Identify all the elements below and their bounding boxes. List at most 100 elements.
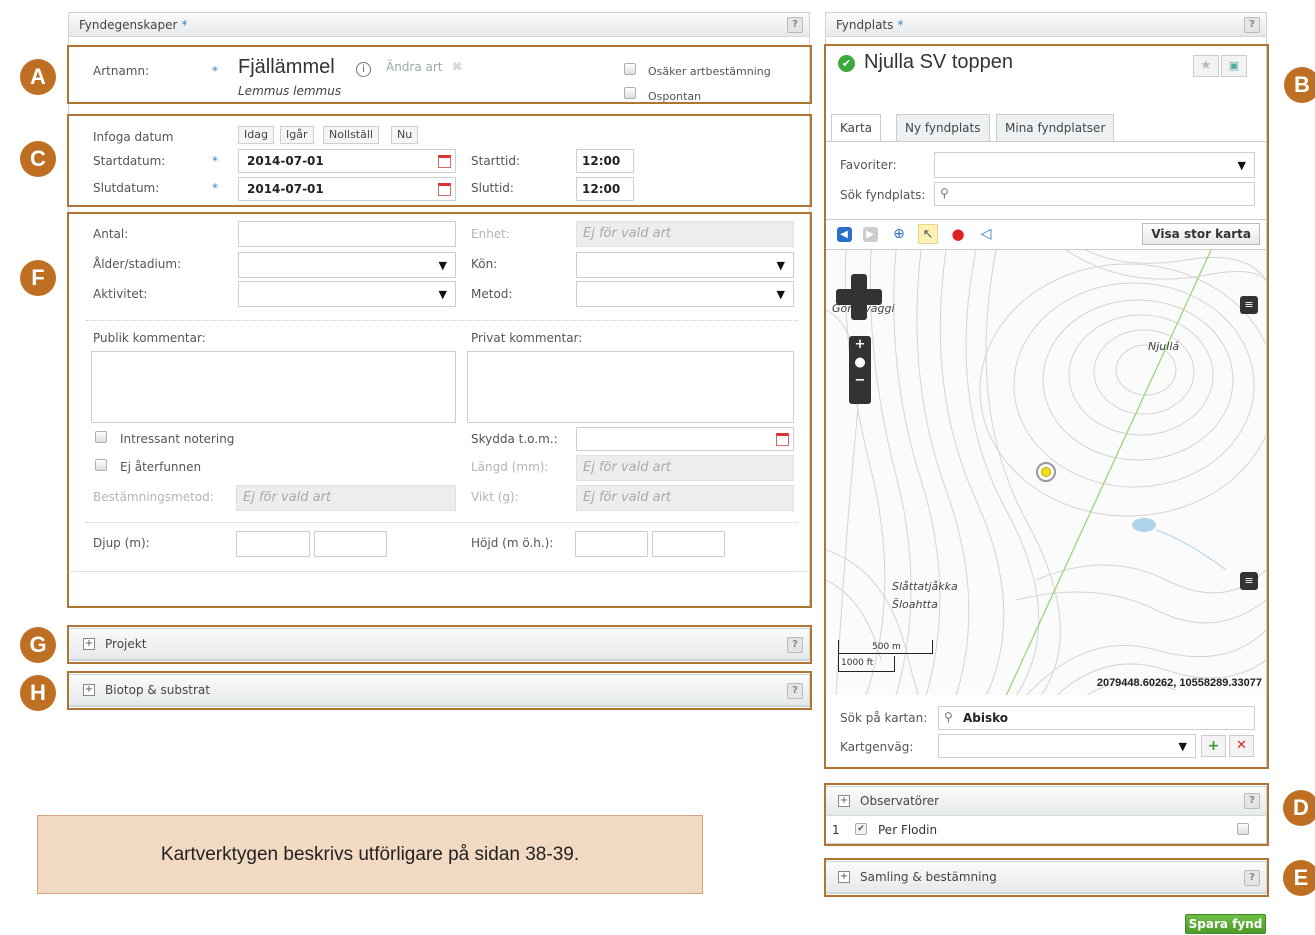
public-comment-textarea[interactable] <box>91 351 456 423</box>
spontaneous-checkbox[interactable] <box>624 87 636 99</box>
expand-icon[interactable]: + <box>83 684 95 696</box>
biotope-panel[interactable]: + Biotop & substrat ? <box>68 674 810 707</box>
zoom-out-icon[interactable]: − <box>849 372 871 390</box>
tab-my-sites[interactable]: Mina fyndplatser <box>996 114 1115 142</box>
help-icon[interactable]: ? <box>787 683 803 699</box>
zoom-box-icon[interactable]: ⊕ <box>889 224 909 244</box>
search-icon: ⚲ <box>944 710 953 724</box>
scale-bar <box>932 640 933 654</box>
collection-header[interactable]: + Samling & bestämning ? <box>826 862 1266 893</box>
biotope-title: Biotop & substrat <box>105 683 210 697</box>
find-properties-header: Fyndegenskaper * ? <box>69 13 809 37</box>
clear-icon[interactable]: ⌘ <box>452 62 462 73</box>
method-select[interactable]: ▼ <box>576 281 794 307</box>
depth-min-field[interactable] <box>236 531 310 557</box>
add-shortcut-icon[interactable]: + <box>1201 735 1226 757</box>
shortcut-select[interactable]: ▼ <box>938 734 1196 758</box>
private-comment-textarea[interactable] <box>467 351 794 423</box>
start-date-field[interactable]: 2014-07-01 <box>238 149 456 173</box>
site-marker-icon[interactable] <box>1036 462 1056 482</box>
not-found-checkbox[interactable] <box>95 459 107 471</box>
observer-checkbox[interactable] <box>1237 823 1249 835</box>
uncertain-label: Osäker artbestämning <box>648 65 771 78</box>
observers-header[interactable]: + Observatörer ? <box>826 787 1266 816</box>
note-text: Kartverktygen beskrivs utförligare på si… <box>160 843 580 865</box>
pan-control[interactable] <box>836 274 882 320</box>
expand-icon[interactable]: + <box>838 871 850 883</box>
change-species-link[interactable]: Ändra art <box>386 60 443 74</box>
end-date-field[interactable]: 2014-07-01 <box>238 177 456 201</box>
layers-icon[interactable]: ≡ <box>1240 296 1258 314</box>
calendar-icon[interactable] <box>438 155 451 168</box>
height-max-field[interactable] <box>652 531 725 557</box>
zoom-in-icon[interactable]: + <box>849 336 871 354</box>
count-field[interactable] <box>238 221 456 247</box>
site-header: Fyndplats * ? <box>826 13 1266 37</box>
yesterday-button[interactable]: Igår <box>280 126 314 144</box>
scale-bar <box>838 671 894 672</box>
today-button[interactable]: Idag <box>238 126 274 144</box>
observers-title: Observatörer <box>860 794 940 808</box>
callout-b: B <box>1284 67 1315 103</box>
map-canvas[interactable]: Gorsaväggi Njullá Slåttatjåkka Šloahtta … <box>826 249 1266 695</box>
expand-icon[interactable]: + <box>83 638 95 650</box>
polygon-icon[interactable]: ◁ <box>976 224 996 244</box>
uncertain-checkbox[interactable] <box>624 63 636 75</box>
help-icon[interactable]: ? <box>1244 17 1260 33</box>
callout-h: H <box>20 675 56 711</box>
back-arrow-icon[interactable]: ◀ <box>834 224 854 244</box>
public-comment-label: Publik kommentar: <box>93 331 206 345</box>
start-time-field[interactable]: 12:00 <box>576 149 634 173</box>
length-field: Ej för vald art <box>576 455 794 481</box>
search-site-input[interactable]: ⚲ <box>934 182 1255 206</box>
zoom-control[interactable]: + ● − <box>849 336 871 404</box>
observer-name: Per Flodin <box>878 823 938 837</box>
project-panel[interactable]: + Projekt ? <box>68 628 810 661</box>
help-icon[interactable]: ? <box>1244 870 1260 886</box>
select-pointer-icon[interactable]: ↖ <box>918 224 938 244</box>
delete-shortcut-icon[interactable]: ✕ <box>1229 735 1254 757</box>
observer-check-icon[interactable]: ✔ <box>855 823 867 835</box>
dropdown-arrow-icon: ▼ <box>1237 159 1246 172</box>
biotope-header[interactable]: + Biotop & substrat ? <box>69 675 809 706</box>
reset-button[interactable]: Nollställ <box>323 126 379 144</box>
required-marker: * <box>897 17 904 32</box>
expand-icon[interactable]: + <box>838 795 850 807</box>
end-time-field[interactable]: 12:00 <box>576 177 634 201</box>
activity-select[interactable]: ▼ <box>238 281 456 307</box>
species-latin: Lemmus lemmus <box>238 84 342 98</box>
project-header[interactable]: + Projekt ? <box>69 629 809 660</box>
forward-arrow-icon[interactable]: ▶ <box>860 224 880 244</box>
help-icon[interactable]: ? <box>787 637 803 653</box>
end-time-value: 12:00 <box>582 182 621 196</box>
calendar-icon[interactable] <box>776 433 789 446</box>
save-button[interactable]: Spara fynd <box>1185 914 1266 934</box>
dropdown-arrow-icon: ▼ <box>776 259 785 272</box>
map-image-button[interactable]: ▣ <box>1221 55 1247 77</box>
now-button[interactable]: Nu <box>391 126 419 144</box>
site-name: Njulla SV toppen <box>864 51 1013 73</box>
help-icon[interactable]: ? <box>1244 793 1260 809</box>
info-icon[interactable]: i <box>356 62 371 77</box>
age-label: Ålder/stadium: <box>93 257 182 271</box>
tab-map[interactable]: Karta <box>831 114 882 142</box>
calendar-icon[interactable] <box>438 183 451 196</box>
layers-icon[interactable]: ≡ <box>1240 572 1258 590</box>
tab-new-site[interactable]: Ny fyndplats <box>896 114 990 142</box>
favorite-star-button[interactable]: ★ <box>1193 55 1219 77</box>
marker-pin-icon[interactable]: ● <box>948 224 968 244</box>
depth-max-field[interactable] <box>314 531 387 557</box>
project-title: Projekt <box>105 637 147 651</box>
protected-date-field[interactable] <box>576 427 794 451</box>
sex-select[interactable]: ▼ <box>576 252 794 278</box>
show-big-map-button[interactable]: Visa stor karta <box>1142 223 1260 245</box>
search-map-input[interactable]: ⚲ Abisko <box>938 706 1255 730</box>
interesting-checkbox[interactable] <box>95 431 107 443</box>
height-min-field[interactable] <box>575 531 648 557</box>
collection-panel[interactable]: + Samling & bestämning ? <box>825 861 1267 894</box>
age-select[interactable]: ▼ <box>238 252 456 278</box>
species-name: Fjällämmel <box>238 56 335 78</box>
help-icon[interactable]: ? <box>787 17 803 33</box>
globe-icon[interactable]: ● <box>849 354 871 372</box>
favorites-select[interactable]: ▼ <box>934 152 1255 178</box>
